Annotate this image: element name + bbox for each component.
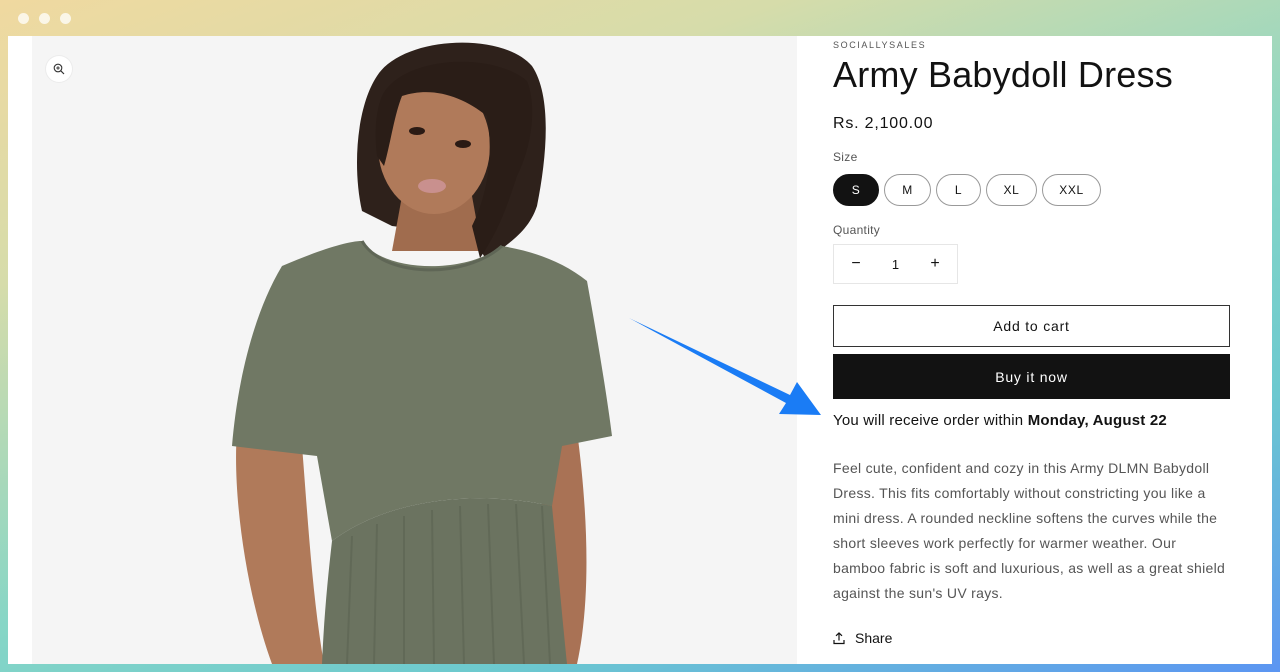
- window-controls: [18, 13, 71, 24]
- size-option-m[interactable]: M: [884, 174, 931, 206]
- size-option-xxl[interactable]: XXL: [1042, 174, 1101, 206]
- size-label: Size: [833, 150, 858, 164]
- product-description: Feel cute, confident and cozy in this Ar…: [833, 460, 1226, 601]
- window-dot-close[interactable]: [18, 13, 29, 24]
- buy-now-button[interactable]: Buy it now: [833, 354, 1230, 399]
- share-button[interactable]: Share: [833, 630, 892, 646]
- add-to-cart-button[interactable]: Add to cart: [833, 305, 1230, 347]
- quantity-stepper: − 1 +: [833, 244, 958, 284]
- browser-window: SOCIALLYSALES Army Babydoll Dress Rs. 2,…: [8, 36, 1272, 664]
- product-vendor: SOCIALLYSALES: [833, 40, 927, 50]
- product-image: [232, 42, 612, 664]
- window-dot-minimize[interactable]: [39, 13, 50, 24]
- product-media[interactable]: [32, 36, 797, 664]
- size-option-s[interactable]: S: [833, 174, 879, 206]
- eye-left: [409, 127, 425, 135]
- product-title: Army Babydoll Dress: [833, 54, 1173, 95]
- size-option-l[interactable]: L: [936, 174, 981, 206]
- eye-right: [455, 140, 471, 148]
- size-option-xl[interactable]: XL: [986, 174, 1037, 206]
- product-price: Rs. 2,100.00: [833, 115, 934, 132]
- window-dot-maximize[interactable]: [60, 13, 71, 24]
- share-label: Share: [855, 630, 893, 646]
- quantity-increment-button[interactable]: +: [927, 255, 943, 273]
- share-icon: [833, 631, 845, 644]
- arm-left: [236, 431, 324, 664]
- delivery-prefix: You will receive order within: [833, 412, 1028, 429]
- delivery-estimate: You will receive order within Monday, Au…: [833, 412, 1167, 429]
- quantity-decrement-button[interactable]: −: [848, 255, 864, 273]
- quantity-label: Quantity: [833, 223, 881, 237]
- delivery-date: Monday, August 22: [1027, 412, 1167, 429]
- size-options: S M L XL XXL: [833, 174, 1101, 206]
- zoom-in-icon: [53, 63, 65, 75]
- lips: [418, 179, 446, 193]
- quantity-input[interactable]: 1: [892, 257, 899, 272]
- zoom-button[interactable]: [46, 56, 72, 82]
